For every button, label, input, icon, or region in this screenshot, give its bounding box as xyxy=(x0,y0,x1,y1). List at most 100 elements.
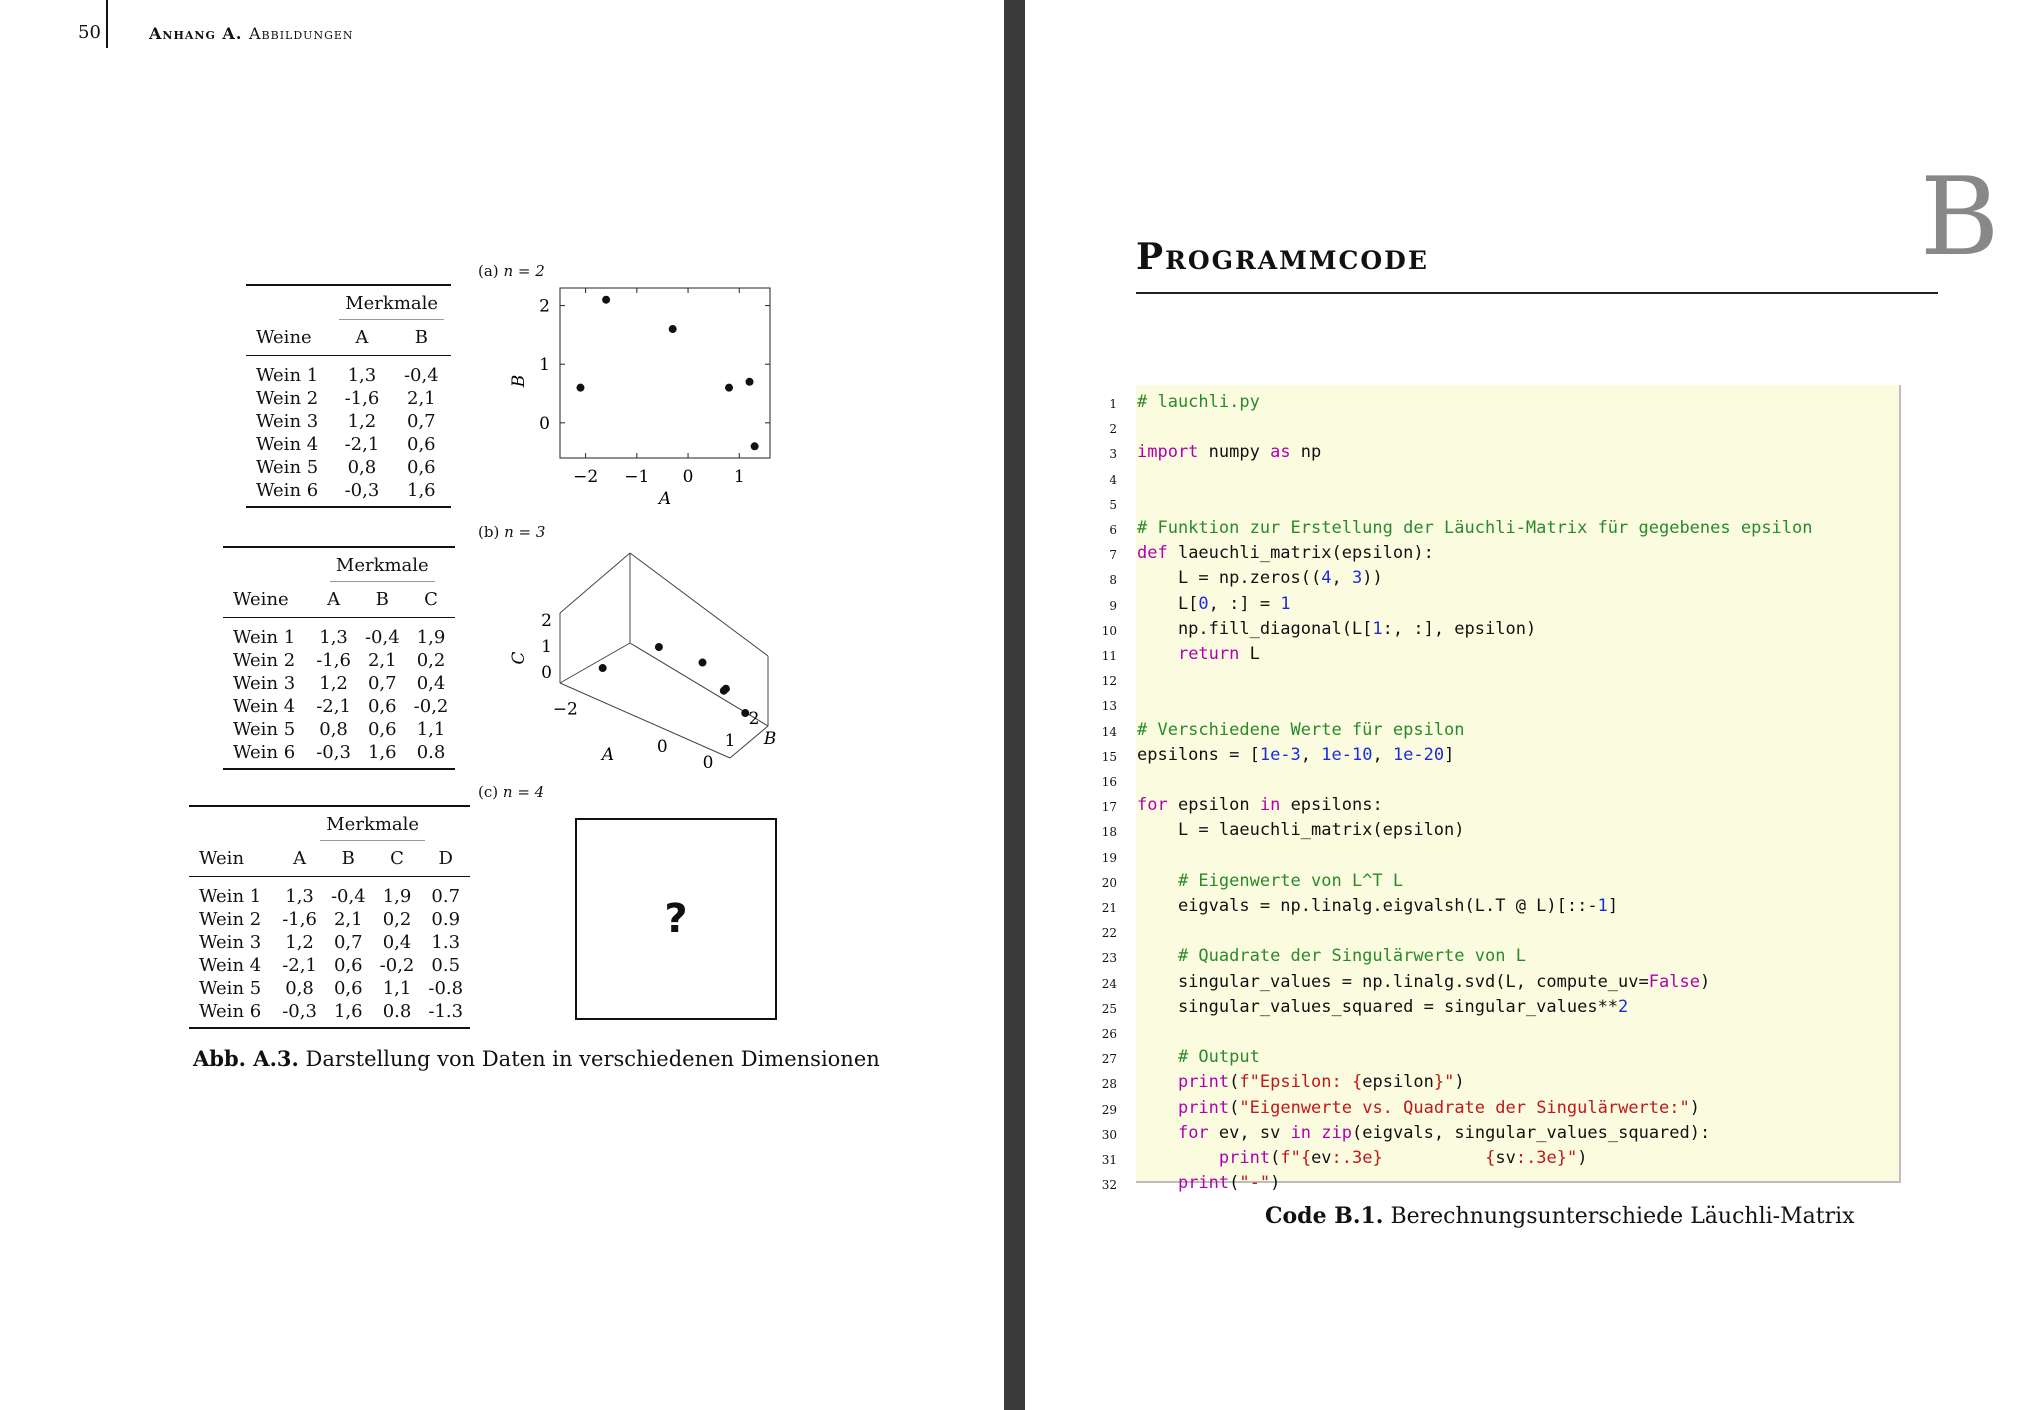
table-cell: 0.8 xyxy=(372,1000,422,1029)
table-cell: -0,2 xyxy=(413,696,449,717)
line-number: 21 xyxy=(1101,901,1117,915)
table-cell: 0.5 xyxy=(431,955,461,976)
row-label: Wein 6 xyxy=(223,741,310,770)
row-label: Wein 4 xyxy=(233,696,296,717)
table-column-header: A xyxy=(332,320,392,356)
table-cell: 0,6 xyxy=(407,457,436,478)
line-number: 11 xyxy=(1101,649,1117,663)
axis-box-edge xyxy=(559,682,731,759)
line-number: 20 xyxy=(1101,875,1117,890)
table-cell: 1,1 xyxy=(382,978,412,999)
table-cell: -0,3 xyxy=(309,741,358,770)
code-line: for ev, sv in zip(eigvals, singular_valu… xyxy=(1177,1122,1711,1143)
z-axis-label: B xyxy=(763,729,777,749)
row-label: Wein 3 xyxy=(256,411,319,432)
table-corner xyxy=(189,805,276,841)
table-cell: 0,6 xyxy=(333,978,363,999)
row-label: Wein 1 xyxy=(199,886,262,907)
line-number: 13 xyxy=(1101,699,1117,714)
table-cell: 2,1 xyxy=(333,909,363,930)
row-label: Wein 4 xyxy=(256,434,319,455)
y-tick-label: 2 xyxy=(539,297,550,317)
table-row-header: Weine xyxy=(246,320,333,356)
line-number: 25 xyxy=(1101,1001,1117,1016)
table-row: Wein 3 1,2 0,7 xyxy=(246,410,451,433)
row-label: Wein 5 xyxy=(256,457,319,478)
row-label: Wein 6 xyxy=(189,1000,276,1029)
code-line: def laeuchli_matrix(epsilon): xyxy=(1137,543,1434,564)
line-number: 6 xyxy=(1109,523,1117,537)
data-point xyxy=(721,684,730,693)
table-row: Wein 1 1,3 -0,4 1,9 0.7 xyxy=(189,877,470,909)
table-cell: 0,2 xyxy=(382,909,412,930)
code-line: print("-") xyxy=(1177,1173,1281,1194)
table-cell: 0,7 xyxy=(407,411,436,432)
y-tick-label: 2 xyxy=(749,709,760,729)
axis-box-edge xyxy=(559,552,631,614)
line-number: 28 xyxy=(1101,1077,1117,1092)
z-tick-label: 1 xyxy=(541,637,552,657)
subfigure-caption-a: (a) n = 2 xyxy=(478,262,545,280)
line-number: 23 xyxy=(1101,951,1117,966)
table-cell: -2,1 xyxy=(316,696,351,717)
table-cell: -2,1 xyxy=(282,955,317,976)
table-cell: 0.9 xyxy=(431,909,461,930)
table-row: Wein 2 -1,6 2,1 0,2 xyxy=(223,649,455,672)
table-cell: -0,4 xyxy=(364,627,400,648)
table-cell: -1,6 xyxy=(282,909,317,930)
table-cell: -1,6 xyxy=(316,650,351,671)
line-number: 1 xyxy=(1109,397,1117,411)
row-label: Wein 6 xyxy=(246,479,333,508)
row-label: Wein 2 xyxy=(256,388,319,409)
data-point xyxy=(602,295,611,304)
code-line: print(f"{ev:.3e} {sv:.3e}") xyxy=(1218,1148,1588,1168)
code-line: import numpy as np xyxy=(1137,442,1322,463)
row-label: Wein 1 xyxy=(233,627,296,648)
wine-table-3d: Merkmale Weine A B C Wein 1 1,3 -0,4 1,9 Wei… xyxy=(223,546,456,770)
code-line: # Quadrate der Singulärwerte von L xyxy=(1177,946,1526,967)
code-line: L = laeuchli_matrix(epsilon) xyxy=(1137,820,1465,841)
table-row: Wein 5 0,8 0,6 1,1 -0.8 xyxy=(189,977,470,1000)
z-tick-label: 0 xyxy=(541,663,552,683)
table-cell: -1.3 xyxy=(421,1000,471,1029)
table-cell: 0.8 xyxy=(406,741,456,770)
code-line: return L xyxy=(1177,644,1260,664)
line-number: 30 xyxy=(1101,1127,1117,1142)
line-number: 7 xyxy=(1109,548,1117,563)
line-number: 26 xyxy=(1101,1027,1117,1041)
table-cell: 1.3 xyxy=(431,932,461,953)
code-line: singular_values = np.linalg.svd(L, compu… xyxy=(1137,971,1711,992)
table-cell: -0.8 xyxy=(428,978,464,999)
row-label: Wein 2 xyxy=(199,909,262,930)
table-column-header: B xyxy=(323,841,373,877)
data-point xyxy=(668,325,677,334)
right-page: Programmcode B 1 # lauchli.py 2 3 import num… xyxy=(1025,0,2024,1410)
x-tick-label: 0 xyxy=(683,467,694,487)
code-line: # lauchli.py xyxy=(1137,392,1260,412)
x-axis-label: A xyxy=(600,745,614,765)
line-number: 27 xyxy=(1101,1052,1117,1067)
table-cell: 1,9 xyxy=(382,886,412,907)
table-cell: -0,4 xyxy=(403,365,439,386)
chapter-title: Programmcode xyxy=(1136,236,1429,278)
row-label: Wein 3 xyxy=(233,673,296,694)
table-cell: 1,3 xyxy=(347,365,377,386)
code-line: # Funktion zur Erstellung der Läuchli-Ma… xyxy=(1137,518,1813,538)
table-row: Wein 1 1,3 -0,4 xyxy=(246,356,451,388)
x-tick-label: −1 xyxy=(624,467,649,487)
line-number: 12 xyxy=(1101,674,1117,689)
table-cell: -2,1 xyxy=(344,434,380,455)
table-cell: 0,6 xyxy=(407,434,436,455)
table-cell: 0,8 xyxy=(285,978,314,999)
table-row: Wein 6 -0,3 1,6 0.8 -1.3 xyxy=(189,1000,471,1029)
table-column-header: C xyxy=(372,841,422,877)
code-caption-label: Code B.1. xyxy=(1265,1203,1384,1229)
table-cell: 0,6 xyxy=(333,955,363,976)
data-point xyxy=(745,377,754,386)
y-axis-label: B xyxy=(509,375,529,389)
y-tick-label: 1 xyxy=(539,355,550,375)
row-label: Wein 3 xyxy=(199,932,262,953)
line-number: 14 xyxy=(1101,724,1117,739)
table-column-header: D xyxy=(421,841,471,877)
table-cell: 1,6 xyxy=(357,741,407,770)
